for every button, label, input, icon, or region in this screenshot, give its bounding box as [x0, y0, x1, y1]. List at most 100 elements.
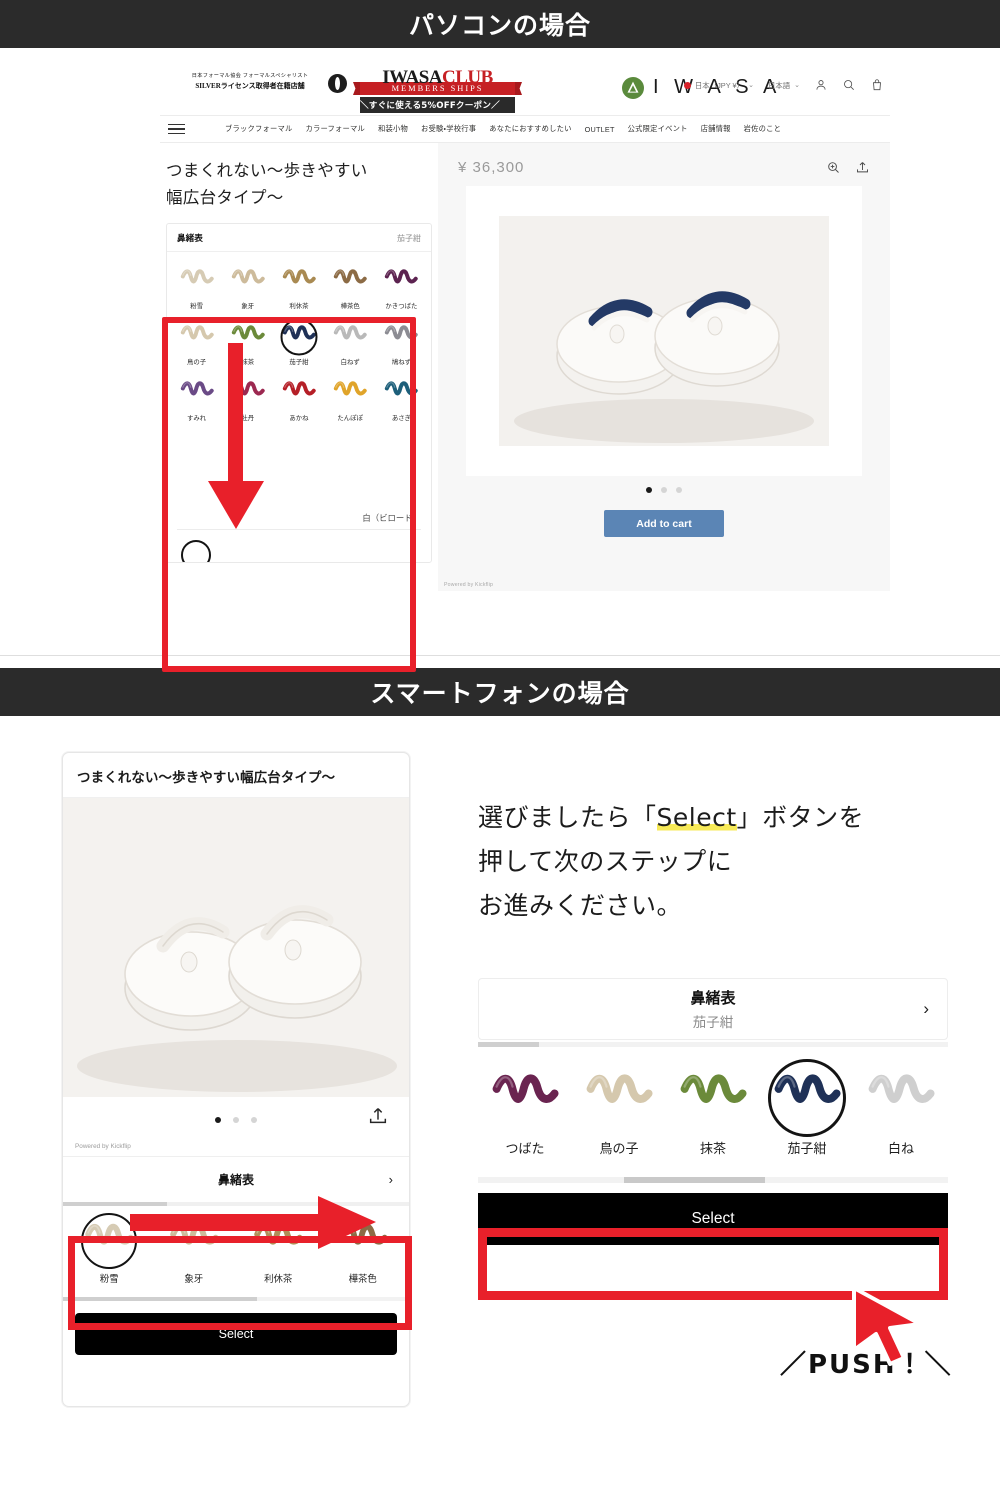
nav-item-black-formal[interactable]: ブラックフォーマル [225, 124, 292, 134]
nav-item-list: ブラックフォーマル カラーフォーマル 和装小物 お受験・学校行事 あなたにおすす… [225, 124, 781, 134]
zoom-in-icon[interactable] [826, 160, 841, 175]
swatch-label: かきつばた [385, 303, 418, 310]
instruction-line1-a: 選びましたら「 [478, 803, 657, 832]
swatch-樺茶色[interactable]: 樺茶色 [325, 266, 376, 310]
panel-option-label: 鼻緒表 [690, 990, 736, 1007]
chevron-right-icon[interactable]: › [923, 999, 929, 1019]
swatch-icon [674, 1069, 752, 1127]
panel-option-value: 茄子紺 [692, 1015, 734, 1030]
swatch-icon [331, 266, 369, 296]
phone-gallery-dot[interactable] [233, 1117, 239, 1123]
swatch-鳥の子[interactable]: 鳥の子 [572, 1069, 666, 1157]
product-image: ‹ › [466, 186, 862, 476]
gallery-dot[interactable] [661, 487, 667, 493]
powered-by-label: Powered by Kickflip [444, 582, 494, 588]
currency-selector[interactable]: 日本（JPY ¥） ⌄ [683, 80, 754, 91]
gallery-dots [438, 487, 890, 493]
silver-badge-line2: SILVERライセンス取得者在籍店舗 [195, 81, 305, 90]
swatch-茄子紺[interactable]: 茄子紺 [760, 1069, 854, 1157]
instruction-line1-b: 」ボタンを [736, 803, 865, 832]
sandal-illustration [63, 798, 409, 1097]
pc-header: 日本フォーマル協会 フォーマルスペシャリスト SILVERライセンス取得者在籍店… [160, 60, 890, 115]
instruction-line3: お進みください。 [478, 890, 683, 920]
swatch-label: 白ね [887, 1141, 914, 1156]
silver-badge-line1: 日本フォーマル協会 フォーマルスペシャリスト [191, 73, 309, 79]
nav-item-official-event[interactable]: 公式限定イベント [628, 124, 688, 134]
silver-license-badge: 日本フォーマル協会 フォーマルスペシャリスト SILVERライセンス取得者在籍店… [170, 72, 330, 93]
phone-detail-panel: 鼻緒表 茄子紺 › つばた 鳥の子 抹茶 茄子紺 白ね Select [478, 978, 948, 1245]
phone-page-title: つまくれない〜歩きやすい幅広台タイプ〜 [77, 771, 336, 786]
phone-gallery-dot[interactable] [215, 1117, 221, 1123]
swatch-label: 象牙 [241, 303, 255, 310]
panel-option-row[interactable]: 鼻緒表 茄子紺 › [478, 978, 948, 1040]
tutorial-page: パソコンの場合 日本フォーマル協会 フォーマルスペシャリスト SILVERライセ… [0, 0, 1000, 1500]
swatch-icon [580, 1069, 658, 1127]
nav-item-about-iwasa[interactable]: 岩佐のこと [744, 124, 781, 134]
chevron-down-icon: ⌄ [748, 82, 754, 89]
club-logo-club: CLUB [442, 67, 493, 88]
swatch-icon [382, 266, 420, 296]
swatch-label: 利休茶 [289, 303, 309, 310]
powered-by-label: Powered by Kickflip [75, 1143, 131, 1150]
instruction-text: 選びましたら「Select」ボタンを 押して次のステップに お進みください。 [478, 796, 948, 927]
instruction-line2: 押して次のステップに [478, 846, 733, 876]
seal-icon [328, 74, 347, 93]
scrollbar-thumb[interactable] [478, 1042, 540, 1047]
search-icon[interactable] [842, 78, 856, 92]
swatch-label: 茄子紺 [787, 1141, 827, 1156]
pc-header-utilities: 日本（JPY ¥） ⌄ 日本語 ⌄ [683, 78, 884, 92]
page-title: つまくれない〜歩きやすい 幅広台タイプ〜 [166, 157, 430, 211]
share-icon[interactable] [367, 1105, 389, 1127]
swatch-抹茶[interactable]: 抹茶 [666, 1069, 760, 1157]
swatch-象牙[interactable]: 象牙 [222, 266, 273, 310]
language-selector[interactable]: 日本語 ⌄ [768, 80, 800, 91]
club-logo-iwasa: IWASA [382, 67, 442, 88]
swatch-つばた[interactable]: つばた [478, 1069, 572, 1157]
pc-left-column: つまくれない〜歩きやすい 幅広台タイプ〜 鼻緒表 茄子紺 粉雪 象牙 利休茶 樺茶色 か… [160, 143, 436, 672]
account-icon[interactable] [814, 78, 828, 92]
nav-item-store-info[interactable]: 店舗情報 [701, 124, 731, 134]
swatch-label: つばた [505, 1141, 545, 1156]
swatch-白ね[interactable]: 白ね [854, 1069, 948, 1157]
nav-item-school-events[interactable]: お受験・学校行事 [421, 124, 476, 134]
page-title-line1: つまくれない〜歩きやすい [166, 161, 368, 180]
swatch-label: 粉雪 [190, 303, 203, 310]
pc-product-body: つまくれない〜歩きやすい 幅広台タイプ〜 鼻緒表 茄子紺 粉雪 象牙 利休茶 樺茶色 か… [160, 143, 890, 672]
nav-item-outlet[interactable]: OUTLET [585, 125, 615, 134]
nav-item-recommended[interactable]: あなたにおすすめしたい [489, 124, 571, 134]
swatch-粉雪[interactable]: 粉雪 [171, 266, 222, 310]
picker-label: 鼻緒表 [177, 233, 203, 243]
swatch-icon [862, 1069, 940, 1127]
bag-icon[interactable] [870, 78, 884, 92]
club-coupon-label: ＼すぐに使える5%OFFクーポン／ [360, 97, 515, 113]
hamburger-menu-icon[interactable] [168, 120, 185, 138]
panel-scrollbar[interactable] [478, 1042, 948, 1047]
iwasa-club-banner[interactable]: IWASACLUB MEMBERS SHIPS ＼すぐに使える5%OFFクーポン… [360, 68, 515, 113]
callout-box-picker [162, 317, 416, 672]
scrollbar-thumb[interactable] [623, 1177, 765, 1183]
gallery-dot[interactable] [676, 487, 682, 493]
swatch-利休茶[interactable]: 利休茶 [273, 266, 324, 310]
swatch-icon [280, 266, 318, 296]
phone-gallery-dot[interactable] [251, 1117, 257, 1123]
nav-item-color-formal[interactable]: カラーフォーマル [305, 124, 365, 134]
swatch-label: 抹茶 [699, 1141, 726, 1156]
price-row: ¥ 36,300 [438, 143, 890, 186]
cursor-pointer-icon [852, 1286, 922, 1366]
currency-label: 日本（JPY ¥） [694, 80, 745, 90]
share-icon[interactable] [855, 160, 870, 175]
panel-swatch-scrollbar[interactable] [478, 1177, 948, 1183]
instruction-line1: 選びましたら「Select」ボタンを [478, 796, 948, 840]
add-to-cart-button[interactable]: Add to cart [604, 510, 724, 537]
nav-item-wasou-komono[interactable]: 和装小物 [378, 124, 408, 134]
chevron-right-icon[interactable]: › [389, 1172, 393, 1187]
language-label: 日本語 [767, 80, 791, 90]
swatch-かきつばた[interactable]: かきつばた [376, 266, 427, 310]
gallery-dot[interactable] [646, 487, 652, 493]
phone-option-label: 鼻緒表 [217, 1173, 254, 1187]
section-banner-sp: スマートフォンの場合 [0, 668, 1000, 716]
phone-gallery-dots [215, 1117, 257, 1123]
sandal-illustration [499, 216, 829, 446]
swatch-icon [178, 266, 216, 296]
swatch-icon [486, 1069, 564, 1127]
